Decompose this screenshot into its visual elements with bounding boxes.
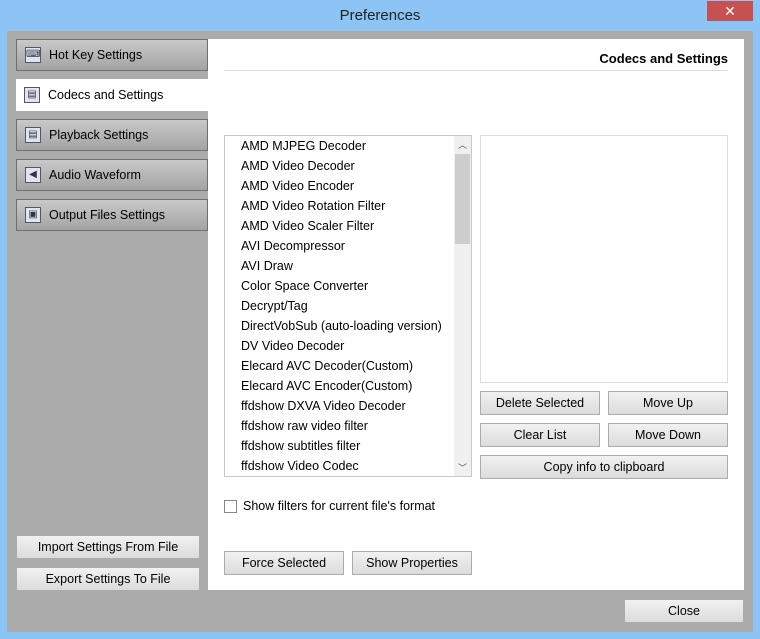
nav-item-codecs-and-settings[interactable]: ▤ Codecs and Settings — [16, 79, 216, 111]
force-selected-button[interactable]: Force Selected — [224, 551, 344, 575]
speaker-icon: ◀ — [25, 167, 41, 183]
list-item[interactable]: Elecard AVC Encoder(Custom) — [225, 376, 454, 396]
nav-item-output-files-settings[interactable]: ▣ Output Files Settings — [16, 199, 208, 231]
list-item[interactable]: AMD Video Encoder — [225, 176, 454, 196]
nav-item-label: Codecs and Settings — [48, 88, 164, 102]
list-item[interactable]: ffdshow raw video filter — [225, 416, 454, 436]
import-settings-button[interactable]: Import Settings From File — [16, 535, 200, 559]
list-item[interactable]: DirectVobSub (auto-loading version) — [225, 316, 454, 336]
nav-item-label: Output Files Settings — [49, 208, 166, 222]
selected-filters-list[interactable] — [480, 135, 728, 383]
nav-item-label: Hot Key Settings — [49, 48, 143, 62]
scroll-thumb[interactable] — [455, 154, 470, 244]
copy-info-button[interactable]: Copy info to clipboard — [480, 455, 728, 479]
page-title: Codecs and Settings — [599, 51, 728, 66]
divider — [224, 70, 728, 71]
clear-list-button[interactable]: Clear List — [480, 423, 600, 447]
nav-item-label: Audio Waveform — [49, 168, 141, 182]
show-properties-button[interactable]: Show Properties — [352, 551, 472, 575]
title-bar: Preferences — [0, 0, 760, 31]
keyboard-icon: ⌨ — [25, 47, 41, 63]
nav-item-playback-settings[interactable]: ▤ Playback Settings — [16, 119, 208, 151]
list-item[interactable]: ffdshow Video Codec — [225, 456, 454, 476]
move-up-button[interactable]: Move Up — [608, 391, 728, 415]
list-item[interactable]: AMD MJPEG Decoder — [225, 136, 454, 156]
list-item[interactable]: Color Space Converter — [225, 276, 454, 296]
move-down-button[interactable]: Move Down — [608, 423, 728, 447]
checkbox-box[interactable] — [224, 499, 237, 513]
filters-list[interactable]: AMD MJPEG Decoder AMD Video Decoder AMD Vi… — [224, 135, 472, 477]
list-item[interactable]: AMD Video Decoder — [225, 156, 454, 176]
scroll-down-icon[interactable]: ﹀ — [454, 461, 471, 474]
nav-item-hot-key-settings[interactable]: ⌨ Hot Key Settings — [16, 39, 208, 71]
list-item[interactable]: AMD Video Scaler Filter — [225, 216, 454, 236]
show-filters-label: Show filters for current file's format — [243, 499, 436, 513]
film-icon: ▤ — [24, 87, 40, 103]
show-filters-checkbox[interactable]: Show filters for current file's format — [224, 499, 435, 513]
export-settings-button[interactable]: Export Settings To File — [16, 567, 200, 591]
floppy-icon: ▣ — [25, 207, 41, 223]
list-item[interactable]: AVI Decompressor — [225, 236, 454, 256]
client-area: ⌨ Hot Key Settings ▤ Codecs and Settings ▤ Pl… — [7, 31, 753, 632]
scrollbar[interactable]: ︿ ﹀ — [454, 136, 471, 476]
close-button[interactable]: Close — [624, 599, 744, 623]
nav-item-audio-waveform[interactable]: ◀ Audio Waveform — [16, 159, 208, 191]
nav-item-label: Playback Settings — [49, 128, 149, 142]
window-title: Preferences — [339, 7, 421, 24]
scroll-up-icon[interactable]: ︿ — [454, 138, 471, 151]
list-item[interactable]: DV Video Decoder — [225, 336, 454, 356]
list-item[interactable]: ffdshow DXVA Video Decoder — [225, 396, 454, 416]
film-icon: ▤ — [25, 127, 41, 143]
list-item[interactable]: AVI Draw — [225, 256, 454, 276]
codecs-panel: Codecs and Settings AMD MJPEG Decoder AMD… — [208, 39, 744, 590]
list-item[interactable]: Elecard AVC Decoder(Custom) — [225, 356, 454, 376]
window-close-button[interactable]: ✕ — [707, 1, 753, 21]
delete-selected-button[interactable]: Delete Selected — [480, 391, 600, 415]
list-item[interactable]: Decrypt/Tag — [225, 296, 454, 316]
list-item[interactable]: ffdshow subtitles filter — [225, 436, 454, 456]
list-item[interactable]: AMD Video Rotation Filter — [225, 196, 454, 216]
